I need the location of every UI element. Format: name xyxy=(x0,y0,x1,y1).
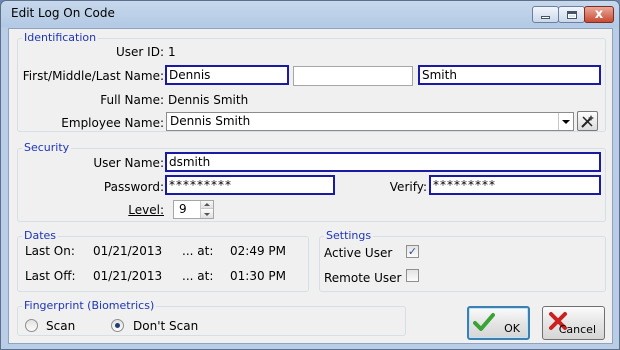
level-label: Level: xyxy=(109,203,164,218)
last-on-time: 02:49 PM xyxy=(230,244,286,258)
fingerprint-legend: Fingerprint (Biometrics) xyxy=(22,299,157,313)
password-label: Password: xyxy=(103,180,164,194)
spinner-up-button[interactable] xyxy=(201,201,213,209)
settings-legend: Settings xyxy=(324,229,374,243)
cancel-button[interactable]: Cancel xyxy=(542,306,605,340)
username-label: User Name: xyxy=(93,156,164,170)
user-id-label: User ID: xyxy=(116,45,164,59)
last-on-label: Last On: xyxy=(25,244,75,258)
first-name-field[interactable] xyxy=(165,65,289,85)
checkmark-icon: ✓ xyxy=(407,245,418,258)
spinner-down-button[interactable] xyxy=(201,210,213,218)
title-bar[interactable]: Edit Log On Code x xyxy=(1,1,619,28)
level-spinner[interactable]: 9 xyxy=(173,200,214,219)
scan-label: Scan xyxy=(46,319,76,333)
dont-scan-radio[interactable] xyxy=(111,319,124,332)
full-name-value: Dennis Smith xyxy=(168,93,249,107)
active-user-label: Active User xyxy=(324,246,393,260)
active-user-checkbox[interactable]: ✓ xyxy=(406,245,419,258)
employee-name-selected: Dennis Smith xyxy=(170,114,251,128)
security-legend: Security xyxy=(22,141,72,155)
dialog-body: Identification User ID: 1 First/Middle/L… xyxy=(8,28,613,344)
dates-legend: Dates xyxy=(22,229,59,243)
middle-name-field[interactable] xyxy=(293,66,413,86)
identification-legend: Identification xyxy=(22,31,99,45)
password-field[interactable] xyxy=(165,175,335,195)
user-id-value: 1 xyxy=(168,45,176,59)
close-button[interactable]: x xyxy=(584,6,614,23)
maximize-button[interactable] xyxy=(558,6,585,23)
last-off-time: 01:30 PM xyxy=(230,269,286,283)
chevron-down-icon xyxy=(562,119,570,124)
window-title: Edit Log On Code xyxy=(11,6,115,20)
username-field[interactable] xyxy=(165,152,601,172)
minimize-icon xyxy=(541,16,550,19)
dialog-window: Edit Log On Code x Identification User I… xyxy=(0,0,620,350)
clear-employee-button[interactable] xyxy=(577,111,598,131)
name-label: First/Middle/Last Name: xyxy=(22,69,164,83)
dropdown-arrow-button[interactable] xyxy=(558,113,573,130)
fingerprint-group: Fingerprint (Biometrics) xyxy=(17,299,406,336)
chevron-down-icon xyxy=(204,212,210,216)
cancel-button-label: Cancel xyxy=(558,323,596,336)
green-checkmark-icon xyxy=(473,313,495,331)
verify-label: Verify: xyxy=(389,180,427,194)
maximize-icon xyxy=(566,10,577,19)
level-label-text: Level: xyxy=(128,203,164,217)
dont-scan-label: Don't Scan xyxy=(133,319,199,333)
last-on-date: 01/21/2013 xyxy=(93,244,163,258)
last-off-label: Last Off: xyxy=(25,269,76,283)
chevron-up-icon xyxy=(204,203,210,206)
employee-name-select[interactable]: Dennis Smith xyxy=(166,112,574,131)
ok-button-label: OK xyxy=(504,322,520,335)
close-icon: x xyxy=(594,7,604,22)
radio-dot-icon xyxy=(115,323,120,328)
level-value: 9 xyxy=(179,202,187,216)
full-name-label: Full Name: xyxy=(100,93,164,107)
last-off-at-label: ... at: xyxy=(182,269,214,283)
remote-user-checkbox[interactable] xyxy=(406,269,419,282)
last-name-field[interactable] xyxy=(418,65,601,85)
last-off-date: 01/21/2013 xyxy=(93,269,163,283)
ok-button[interactable]: OK xyxy=(467,306,530,340)
spinner-buttons xyxy=(200,201,213,218)
minimize-button[interactable] xyxy=(532,6,559,23)
verify-field[interactable] xyxy=(429,175,601,195)
employee-name-label: Employee Name: xyxy=(61,116,164,130)
clear-wand-icon xyxy=(581,114,594,128)
scan-radio[interactable] xyxy=(25,319,38,332)
remote-user-label: Remote User xyxy=(324,271,402,285)
last-on-at-label: ... at: xyxy=(182,244,214,258)
